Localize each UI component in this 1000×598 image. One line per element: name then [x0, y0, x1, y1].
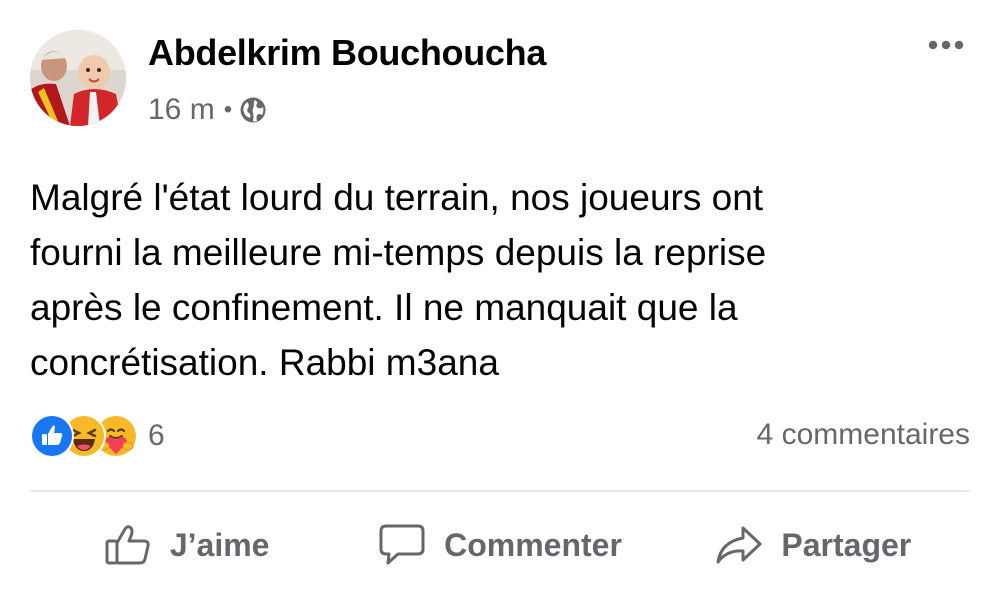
avatar-photo — [30, 30, 126, 126]
more-options-icon[interactable] — [926, 30, 966, 60]
comment-button[interactable]: Commenter — [343, 512, 656, 578]
thumbs-up-icon — [105, 525, 150, 565]
comment-button-label: Commenter — [444, 526, 622, 563]
like-button-label: J’aime — [169, 526, 270, 563]
post-timestamp[interactable]: 16 m — [148, 93, 215, 127]
reactions-summary[interactable]: 6 — [30, 414, 165, 458]
share-arrow-icon — [716, 526, 762, 564]
meta-separator: • — [223, 96, 233, 123]
comments-count-link[interactable]: 4 commentaires — [757, 418, 970, 452]
like-icon — [30, 414, 74, 458]
reaction-count: 6 — [148, 419, 165, 452]
post-meta: 16 m • — [148, 90, 267, 130]
share-button-label: Partager — [781, 526, 912, 563]
post-actions-bar: J’aime Commenter Partager — [30, 512, 970, 578]
author-avatar[interactable] — [30, 30, 126, 126]
comment-bubble-icon — [379, 524, 425, 565]
like-button[interactable]: J’aime — [30, 512, 343, 578]
share-button[interactable]: Partager — [657, 512, 970, 578]
actions-divider — [30, 490, 970, 492]
globe-icon — [239, 96, 267, 124]
author-name[interactable]: Abdelkrim Bouchoucha — [148, 32, 546, 74]
post-text: Malgré l'état lourd du terrain, nos joue… — [30, 177, 767, 383]
